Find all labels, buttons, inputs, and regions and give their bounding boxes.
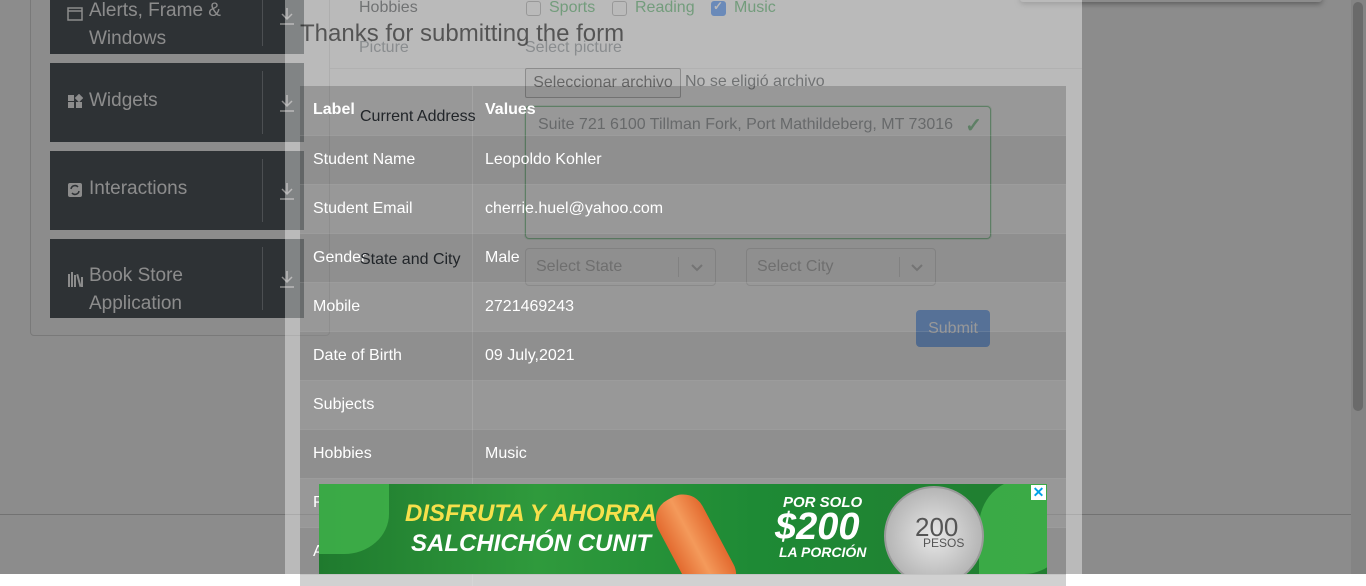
ad-price: $200 [775, 506, 860, 548]
ad-subheadline: SALCHICHÓN CUNIT [411, 530, 651, 557]
row-label: Student Name [313, 151, 416, 168]
ad-close-icon[interactable]: ✕ [1031, 485, 1046, 500]
row-value: Music [485, 445, 527, 462]
row-label: Hobbies [313, 445, 372, 462]
ad-headline: DISFRUTA Y AHORRA [405, 500, 657, 527]
sausage-image [648, 486, 744, 574]
row-value: 09 July,2021 [485, 347, 575, 364]
table-row: Subjects [300, 380, 1066, 430]
table-row: Hobbies Music [300, 429, 1066, 479]
advertisement-banner[interactable]: DISFRUTA Y AHORRA SALCHICHÓN CUNIT POR S… [319, 484, 1047, 574]
state-city-label: State and City [360, 251, 461, 268]
values-column-header: Values [485, 101, 536, 118]
row-value: cherrie.huel@yahoo.com [485, 200, 664, 217]
row-label: Mobile [313, 298, 361, 315]
coin-word: PESOS [923, 536, 965, 550]
row-label: Date of Birth [313, 347, 402, 364]
row-value: Male [485, 249, 520, 266]
row-value: 2721469243 [485, 298, 574, 315]
row-label: Subjects [313, 396, 375, 413]
label-column-header: Label [313, 101, 355, 118]
table-row: Student Name Leopoldo Kohler [300, 135, 1066, 185]
table-row: Date of Birth 09 July,2021 [300, 331, 1066, 381]
ad-price-suffix: LA PORCIÓN [779, 544, 867, 560]
row-label: Student Email [313, 200, 413, 217]
modal-title: Thanks for submitting the form [300, 20, 625, 47]
row-label: Gender [313, 249, 367, 266]
table-row: Mobile 2721469243 [300, 282, 1066, 332]
row-value: Leopoldo Kohler [485, 151, 602, 168]
leaf-decoration [319, 484, 389, 554]
table-row: Student Email cherrie.huel@yahoo.com [300, 184, 1066, 234]
current-address-label: Current Address [360, 108, 476, 125]
